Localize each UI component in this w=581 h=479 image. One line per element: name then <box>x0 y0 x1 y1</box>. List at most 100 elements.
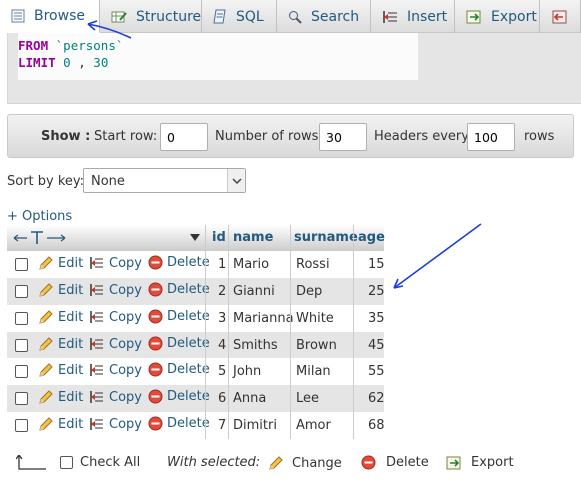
edit-button[interactable]: Edit <box>38 282 83 298</box>
tab-sql[interactable]: SQL <box>202 0 277 33</box>
show-label: Show : <box>41 129 91 144</box>
headers-every-input[interactable] <box>467 123 515 151</box>
check-all-control[interactable]: Check All <box>60 455 140 470</box>
copy-button[interactable]: Copy <box>89 255 142 271</box>
column-header-surname[interactable]: surname <box>294 230 358 245</box>
copy-label: Copy <box>109 282 142 298</box>
delete-button[interactable]: Delete <box>148 255 210 270</box>
delete-button[interactable]: Delete <box>148 282 210 297</box>
edit-label: Edit <box>58 309 84 325</box>
browse-icon <box>11 9 25 23</box>
sort-dropdown-icon[interactable] <box>189 233 201 242</box>
sql-limit-sep: , <box>78 55 86 70</box>
column-divider <box>353 305 354 332</box>
delete-button[interactable]: Delete <box>148 336 210 351</box>
delete-label: Delete <box>167 389 210 404</box>
tab-insert[interactable]: Insert <box>371 0 455 33</box>
cell-surname: Amor <box>296 418 331 433</box>
delete-button[interactable]: Delete <box>148 416 210 431</box>
number-of-rows-input[interactable] <box>319 123 367 151</box>
column-divider <box>353 412 354 439</box>
delete-button[interactable]: Delete <box>148 309 210 324</box>
number-of-rows-label: Number of rows: <box>215 129 323 144</box>
edit-button[interactable]: Edit <box>38 389 83 405</box>
tab-structure[interactable]: Structure <box>100 0 202 33</box>
row-checkbox[interactable] <box>15 365 28 378</box>
check-all-label: Check All <box>80 455 141 470</box>
column-header-name[interactable]: name <box>233 230 273 245</box>
cell-id: 1 <box>218 257 227 272</box>
cell-id: 6 <box>218 391 227 406</box>
edit-button[interactable]: Edit <box>38 336 83 352</box>
row-checkbox[interactable] <box>15 285 28 298</box>
copy-icon <box>90 257 103 269</box>
sql-limit-count: 30 <box>93 55 109 70</box>
table-row: Edit Copy Delete 3 Marianna White 35 <box>7 305 385 332</box>
copy-icon <box>90 284 103 296</box>
edit-button[interactable]: Edit <box>38 416 83 432</box>
tab-export-label: Export <box>491 8 537 25</box>
cell-name: John <box>233 364 262 379</box>
delete-label: Delete <box>167 416 210 431</box>
cell-name: Marianna <box>233 311 294 326</box>
tab-more[interactable] <box>540 0 581 33</box>
copy-button[interactable]: Copy <box>89 362 142 378</box>
row-checkbox[interactable] <box>15 419 28 432</box>
row-checkbox[interactable] <box>15 258 28 271</box>
row-checkbox[interactable] <box>15 392 28 405</box>
delete-selected-button[interactable]: Delete <box>361 455 429 470</box>
cell-name: Gianni <box>233 284 275 299</box>
edit-button[interactable]: Edit <box>38 309 83 325</box>
cell-id: 4 <box>218 338 227 353</box>
table-row: Edit Copy Delete 6 Anna Lee 62 <box>7 385 385 412</box>
delete-icon <box>361 455 376 470</box>
tab-search[interactable]: Search <box>277 0 371 33</box>
copy-button[interactable]: Copy <box>89 309 142 325</box>
edit-button[interactable]: Edit <box>38 362 83 378</box>
copy-label: Copy <box>109 416 142 432</box>
export-selected-button[interactable]: Export <box>446 455 514 470</box>
sort-by-key-label: Sort by key: <box>7 174 85 189</box>
import-icon <box>552 10 567 23</box>
options-link[interactable]: + Options <box>7 209 72 224</box>
tab-export[interactable]: Export <box>455 0 540 33</box>
cell-age: 15 <box>368 257 385 272</box>
sql-from-line: FROM `persons` <box>18 38 123 53</box>
column-divider <box>228 385 229 412</box>
sort-by-key-value: None <box>91 174 125 189</box>
row-checkbox[interactable] <box>15 339 28 352</box>
delete-button[interactable]: Delete <box>148 389 210 404</box>
edit-label: Edit <box>58 282 84 298</box>
column-toggle-arrows-icon[interactable] <box>13 230 67 246</box>
copy-button[interactable]: Copy <box>89 389 142 405</box>
copy-button[interactable]: Copy <box>89 416 142 432</box>
pencil-icon <box>39 363 53 377</box>
tab-insert-label: Insert <box>407 8 448 25</box>
start-row-input[interactable] <box>160 123 208 151</box>
column-header-id[interactable]: id <box>212 230 226 245</box>
pencil-icon <box>39 337 53 351</box>
delete-selected-label: Delete <box>386 455 429 470</box>
sql-from-keyword: FROM <box>18 38 49 53</box>
sort-by-key-select[interactable]: None <box>83 168 246 193</box>
column-divider <box>205 251 206 278</box>
cell-surname: White <box>296 311 334 326</box>
delete-button[interactable]: Delete <box>148 362 210 377</box>
column-header-age[interactable]: age <box>358 230 385 245</box>
cell-name: Anna <box>233 391 267 406</box>
copy-button[interactable]: Copy <box>89 336 142 352</box>
change-button[interactable]: Change <box>268 455 342 471</box>
copy-button[interactable]: Copy <box>89 282 142 298</box>
delete-icon <box>148 416 163 431</box>
export-icon <box>446 456 461 469</box>
cell-id: 7 <box>218 418 227 433</box>
delete-icon <box>148 255 163 270</box>
cell-surname: Dep <box>296 284 323 299</box>
column-divider <box>353 278 354 305</box>
edit-button[interactable]: Edit <box>38 255 83 271</box>
row-checkbox[interactable] <box>15 312 28 325</box>
column-divider <box>205 385 206 412</box>
cell-surname: Milan <box>296 364 331 379</box>
check-all-checkbox[interactable] <box>60 456 73 469</box>
tab-browse[interactable]: Browse <box>0 0 100 33</box>
